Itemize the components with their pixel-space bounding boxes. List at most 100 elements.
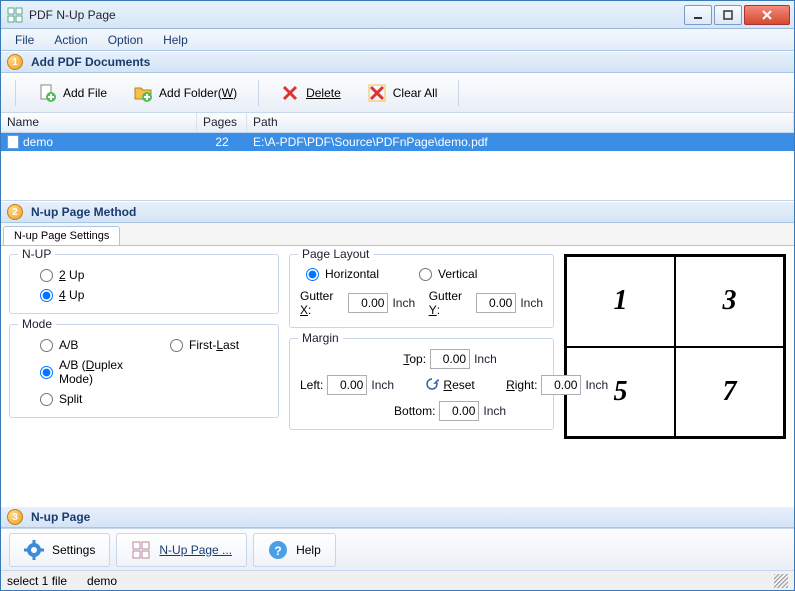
- radio-2up[interactable]: 2 Up: [20, 265, 268, 285]
- minimize-button[interactable]: [684, 5, 712, 25]
- radio-4up-input[interactable]: [40, 289, 53, 302]
- margin-top-label: Top:: [403, 352, 426, 366]
- step-badge-2: 2: [7, 204, 23, 220]
- status-selection: select 1 file: [7, 574, 67, 588]
- group-nup-legend: N-UP: [18, 247, 55, 261]
- close-button[interactable]: [744, 5, 790, 25]
- clear-all-label: Clear All: [393, 86, 438, 100]
- margin-right-input[interactable]: [541, 375, 581, 395]
- bottom-toolbar: Settings N-Up Page ... ? Help: [1, 528, 794, 570]
- add-folder-icon: [133, 83, 153, 103]
- radio-first-last-input[interactable]: [170, 339, 183, 352]
- radio-split[interactable]: Split: [20, 389, 150, 409]
- menu-option[interactable]: Option: [98, 31, 153, 49]
- section-method-header: 2 N-up Page Method: [1, 201, 794, 223]
- menu-action[interactable]: Action: [44, 31, 97, 49]
- section-add-documents-header: 1 Add PDF Documents: [1, 51, 794, 73]
- add-file-button[interactable]: Add File: [26, 78, 118, 108]
- gutter-y-input[interactable]: [476, 293, 516, 313]
- row-name: demo: [23, 135, 53, 149]
- margin-right-label: Right:: [506, 378, 537, 392]
- tab-settings[interactable]: N-up Page Settings: [3, 226, 120, 245]
- margin-left-input[interactable]: [327, 375, 367, 395]
- margin-left-label: Left:: [300, 378, 323, 392]
- reset-button[interactable]: Reset: [425, 377, 474, 394]
- margin-top-input[interactable]: [430, 349, 470, 369]
- radio-ab[interactable]: A/B: [20, 335, 150, 355]
- documents-toolbar: Add File Add Folder(W) Delete Clear All: [1, 73, 794, 113]
- nup-page-button[interactable]: N-Up Page ...: [116, 533, 247, 567]
- file-list: Name Pages Path demo 22 E:\A-PDF\PDF\Sou…: [1, 113, 794, 201]
- add-file-icon: [37, 83, 57, 103]
- settings-label: Settings: [52, 543, 95, 557]
- menu-help[interactable]: Help: [153, 31, 198, 49]
- delete-label: Delete: [306, 86, 341, 100]
- gutter-y-label: Gutter Y:: [429, 289, 473, 317]
- radio-ab-duplex[interactable]: A/B (Duplex Mode): [20, 355, 150, 389]
- statusbar: select 1 file demo: [1, 570, 794, 590]
- step-badge-3: 3: [7, 509, 23, 525]
- resize-grip[interactable]: [774, 574, 788, 588]
- preview-cell-2: 3: [675, 256, 784, 347]
- radio-vertical[interactable]: Vertical: [419, 267, 477, 281]
- titlebar: PDF N-Up Page: [1, 1, 794, 29]
- gutter-x-input[interactable]: [348, 293, 388, 313]
- margin-bottom-input[interactable]: [439, 401, 479, 421]
- delete-button[interactable]: Delete: [269, 78, 352, 108]
- nup-page-label: N-Up Page ...: [159, 543, 232, 557]
- delete-icon: [280, 83, 300, 103]
- radio-ab-input[interactable]: [40, 339, 53, 352]
- radio-vertical-input[interactable]: [419, 268, 432, 281]
- section-nup-page-header: 3 N-up Page: [1, 506, 794, 528]
- group-margin-legend: Margin: [298, 331, 343, 345]
- radio-ab-duplex-input[interactable]: [40, 366, 53, 379]
- clear-all-icon: [367, 83, 387, 103]
- svg-text:?: ?: [274, 544, 281, 558]
- app-window: PDF N-Up Page File Action Option Help 1 …: [0, 0, 795, 591]
- radio-2up-input[interactable]: [40, 269, 53, 282]
- table-row[interactable]: demo 22 E:\A-PDF\PDF\Source\PDFnPage\dem…: [1, 133, 794, 151]
- radio-4up[interactable]: 4 Up: [20, 285, 268, 305]
- step-badge-1: 1: [7, 54, 23, 70]
- add-folder-label: Add Folder(W): [159, 86, 237, 100]
- group-margin: Margin Top: Inch Left: Inch: [289, 338, 554, 430]
- maximize-button[interactable]: [714, 5, 742, 25]
- radio-horizontal[interactable]: Horizontal: [306, 267, 379, 281]
- file-list-header: Name Pages Path: [1, 113, 794, 133]
- help-button[interactable]: ? Help: [253, 533, 336, 567]
- app-icon: [7, 7, 23, 23]
- help-icon: ?: [268, 540, 288, 560]
- menubar: File Action Option Help: [1, 29, 794, 51]
- column-name[interactable]: Name: [1, 113, 197, 132]
- settings-button[interactable]: Settings: [9, 533, 110, 567]
- clear-all-button[interactable]: Clear All: [356, 78, 449, 108]
- section-add-documents-title: Add PDF Documents: [31, 55, 150, 69]
- gear-icon: [24, 540, 44, 560]
- row-pages: 22: [197, 135, 247, 149]
- window-title: PDF N-Up Page: [29, 8, 684, 22]
- group-layout-legend: Page Layout: [298, 247, 373, 261]
- gutter-x-label: Gutter X:: [300, 289, 344, 317]
- radio-horizontal-input[interactable]: [306, 268, 319, 281]
- group-layout: Page Layout Horizontal Vertical Gutter X…: [289, 254, 554, 328]
- section-nup-page-title: N-up Page: [31, 510, 90, 524]
- tab-page-settings: N-UP 2 Up 4 Up Mode A/B: [1, 245, 794, 506]
- add-folder-button[interactable]: Add Folder(W): [122, 78, 248, 108]
- tabs: N-up Page Settings: [1, 223, 794, 245]
- file-list-body[interactable]: demo 22 E:\A-PDF\PDF\Source\PDFnPage\dem…: [1, 133, 794, 200]
- preview-cell-4: 7: [675, 347, 784, 438]
- method-area: N-up Page Settings N-UP 2 Up 4 Up Mode: [1, 223, 794, 506]
- add-file-label: Add File: [63, 86, 107, 100]
- reset-icon: [425, 377, 439, 394]
- radio-split-input[interactable]: [40, 393, 53, 406]
- margin-bottom-label: Bottom:: [394, 404, 435, 418]
- column-pages[interactable]: Pages: [197, 113, 247, 132]
- radio-first-last[interactable]: First-Last: [150, 335, 250, 355]
- group-mode: Mode A/B First-Last A/B (Duplex Mode): [9, 324, 279, 418]
- help-label: Help: [296, 543, 321, 557]
- column-path[interactable]: Path: [247, 113, 794, 132]
- pdf-icon: [7, 135, 19, 149]
- row-path: E:\A-PDF\PDF\Source\PDFnPage\demo.pdf: [247, 135, 794, 149]
- section-method-title: N-up Page Method: [31, 205, 136, 219]
- menu-file[interactable]: File: [5, 31, 44, 49]
